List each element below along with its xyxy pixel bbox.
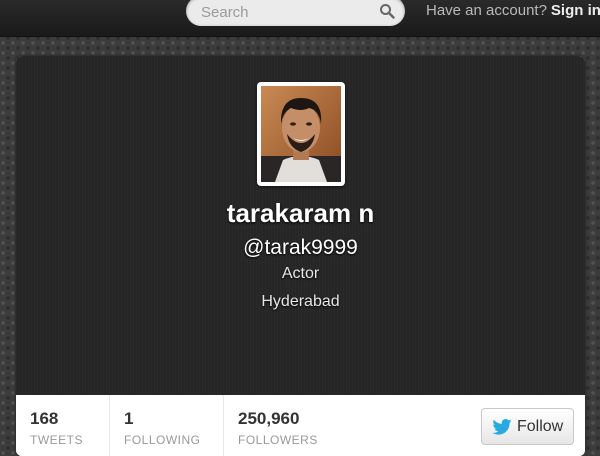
profile-bio: Actor bbox=[281, 265, 320, 282]
sign-in-link[interactable]: Sign in bbox=[551, 2, 600, 19]
search-icon[interactable] bbox=[379, 3, 395, 19]
stat-following-value: 1 bbox=[124, 409, 134, 428]
profile-name: tarakaram n bbox=[226, 198, 375, 228]
profile-header: tarakaram n @tarak9999 Actor Hyderabad bbox=[16, 56, 585, 395]
stat-followers[interactable]: 250,960 FOLLOWERS bbox=[238, 395, 348, 456]
stat-tweets-value: 168 bbox=[30, 409, 59, 428]
top-bar: Have an account?Sign in bbox=[0, 0, 600, 37]
twitter-bird-icon bbox=[492, 419, 512, 435]
stat-followers-value: 250,960 bbox=[238, 409, 300, 428]
stat-following-label: FOLLOWING bbox=[124, 433, 201, 447]
avatar[interactable] bbox=[257, 82, 345, 186]
stat-divider bbox=[223, 395, 224, 456]
profile-card: tarakaram n @tarak9999 Actor Hyderabad 1… bbox=[16, 56, 585, 456]
stat-followers-label: FOLLOWERS bbox=[238, 433, 318, 447]
stat-divider bbox=[109, 395, 110, 456]
account-prompt: Have an account? bbox=[426, 2, 547, 19]
account-area: Have an account? Sign in bbox=[426, 1, 600, 21]
stat-following[interactable]: 1 FOLLOWING bbox=[124, 395, 214, 456]
follow-button-label: Follow bbox=[517, 418, 564, 435]
profile-location: Hyderabad bbox=[261, 293, 340, 310]
search-box[interactable] bbox=[186, 0, 405, 26]
stat-tweets[interactable]: 168 TWEETS bbox=[30, 395, 110, 456]
follow-button[interactable]: Follow bbox=[481, 408, 574, 445]
stat-tweets-label: TWEETS bbox=[30, 433, 83, 447]
profile-photo bbox=[261, 86, 341, 182]
profile-handle[interactable]: @tarak9999 bbox=[16, 236, 585, 260]
search-input[interactable] bbox=[199, 0, 373, 24]
